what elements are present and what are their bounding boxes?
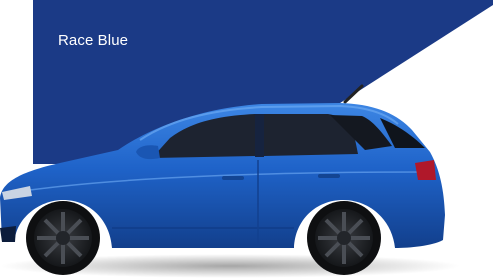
car-image <box>0 84 460 278</box>
front-wheel-icon <box>26 201 100 275</box>
color-swatch-card[interactable]: Race Blue <box>0 0 493 278</box>
rear-wheel-icon <box>307 201 381 275</box>
